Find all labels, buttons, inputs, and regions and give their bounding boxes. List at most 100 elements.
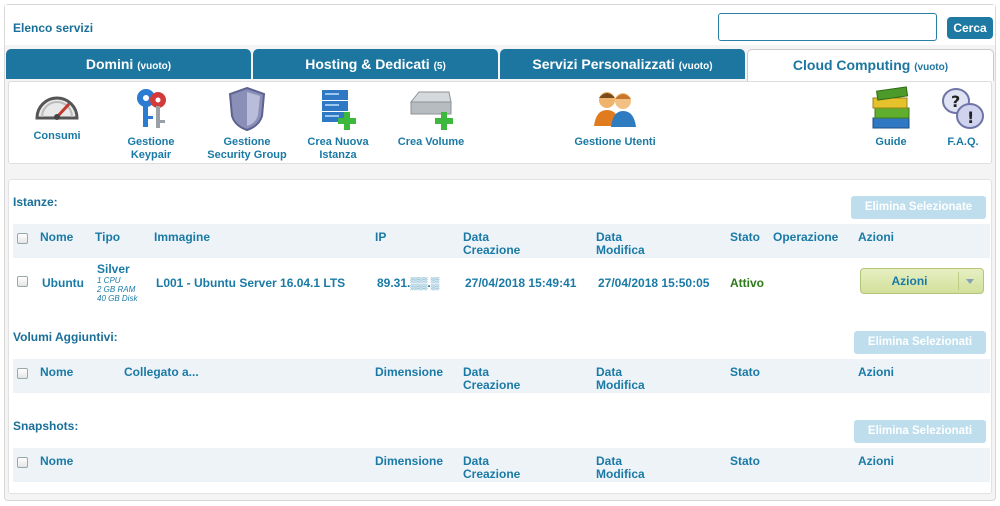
divider (958, 272, 959, 290)
instance-ip: 89.31.▒▒.▒ (377, 276, 440, 290)
books-icon (872, 86, 910, 129)
col-dimensione[interactable]: Dimensione (375, 366, 443, 379)
shield-icon (228, 86, 266, 132)
snapshots-header-row: Nome Dimensione Data Creazione Data Modi… (13, 448, 990, 482)
tab-label: Servizi Personalizzati (532, 56, 675, 72)
disk-add-icon (409, 91, 453, 130)
col-data-creazione[interactable]: Data Creazione (463, 231, 520, 257)
volumi-title: Volumi Aggiuntivi: (13, 330, 118, 344)
guide-button[interactable]: Guide (867, 86, 915, 149)
col-nome[interactable]: Nome (40, 455, 73, 468)
type-disk: 40 GB Disk (97, 294, 138, 303)
azioni-dropdown[interactable]: Azioni (860, 268, 984, 294)
tab-hosting-dedicati[interactable]: Hosting & Dedicati (5) (253, 49, 498, 79)
type-cpu: 1 CPU (97, 276, 121, 285)
col-label: Modifica (596, 378, 645, 392)
instance-type: Silver 1 CPU 2 GB RAM 40 GB Disk (97, 262, 137, 303)
guide-label: Guide (875, 136, 907, 148)
consumi-button[interactable]: Consumi (23, 86, 91, 143)
col-data-modifica[interactable]: Data Modifica (596, 231, 645, 257)
col-label: Data (463, 230, 490, 244)
col-ip[interactable]: IP (375, 231, 386, 244)
svg-text:!: ! (967, 108, 974, 127)
security-label-2: Security Group (207, 149, 287, 161)
keypair-label-1: Gestione (127, 136, 175, 148)
col-label: Data (463, 365, 490, 379)
col-data-modifica[interactable]: Data Modifica (596, 366, 645, 392)
istanze-title: Istanze: (13, 195, 58, 209)
istanza-label-2: Istanza (319, 149, 357, 161)
elimina-selezionati-volumi-button[interactable]: Elimina Selezionati (854, 331, 986, 354)
elimina-selezionate-istanze-button[interactable]: Elimina Selezionate (851, 196, 986, 219)
volumi-header-row: Nome Collegato a... Dimensione Data Crea… (13, 359, 990, 393)
col-azioni[interactable]: Azioni (858, 231, 894, 244)
service-tabs: Domini (vuoto) Hosting & Dedicati (5) Se… (6, 49, 994, 81)
col-stato[interactable]: Stato (730, 366, 760, 379)
elimina-selezionati-snapshots-button[interactable]: Elimina Selezionati (854, 420, 986, 443)
azioni-label: Azioni (891, 274, 928, 288)
gestione-keypair-button[interactable]: Gestione Keypair (113, 86, 189, 162)
keys-icon (137, 89, 166, 128)
instance-created: 27/04/2018 15:49:41 (465, 276, 577, 290)
faq-button[interactable]: ? ! F.A.Q. (937, 86, 989, 149)
faq-label: F.A.Q. (947, 136, 979, 148)
keypair-label-2: Keypair (130, 149, 172, 161)
page-title: Elenco servizi (13, 21, 94, 35)
col-label: Data (596, 230, 623, 244)
col-data-creazione[interactable]: Data Creazione (463, 455, 520, 481)
select-all-istanze-checkbox[interactable] (17, 233, 28, 244)
col-nome[interactable]: Nome (40, 366, 73, 379)
search-input[interactable] (718, 13, 937, 41)
select-all-volumi-checkbox[interactable] (17, 368, 28, 379)
col-label: Modifica (596, 467, 645, 481)
gestione-security-group-button[interactable]: Gestione Security Group (199, 86, 295, 162)
col-label: Modifica (596, 243, 645, 257)
col-azioni[interactable]: Azioni (858, 366, 894, 379)
col-nome[interactable]: Nome (40, 231, 73, 244)
tab-servizi-personalizzati[interactable]: Servizi Personalizzati (vuoto) (500, 49, 745, 79)
utenti-label: Gestione Utenti (574, 136, 656, 148)
col-data-creazione[interactable]: Data Creazione (463, 366, 520, 392)
istanza-label-1: Crea Nuova (307, 136, 369, 148)
instance-name: Ubuntu (42, 276, 84, 290)
security-label-1: Gestione (223, 136, 271, 148)
gestione-utenti-button[interactable]: Gestione Utenti (565, 86, 665, 149)
tab-count: (5) (433, 61, 446, 72)
col-dimensione[interactable]: Dimensione (375, 455, 443, 468)
users-icon (594, 92, 636, 127)
crea-volume-button[interactable]: Crea Volume (389, 86, 473, 149)
tab-label: Cloud Computing (792, 57, 911, 73)
volume-label: Crea Volume (397, 136, 465, 148)
tab-label: Domini (85, 56, 134, 72)
gauge-icon (35, 96, 79, 120)
status-badge: Attivo (730, 276, 764, 290)
chevron-down-icon[interactable] (966, 279, 974, 284)
instance-modified: 27/04/2018 15:50:05 (598, 276, 710, 290)
col-label: Creazione (463, 467, 521, 481)
type-ram: 2 GB RAM (97, 285, 136, 294)
crea-nuova-istanza-button[interactable]: Crea Nuova Istanza (301, 86, 375, 162)
col-stato[interactable]: Stato (730, 231, 760, 244)
col-collegato[interactable]: Collegato a... (124, 366, 199, 379)
cloud-toolbar: Consumi Gestione Keypair Gestione Securi… (8, 81, 992, 164)
col-stato[interactable]: Stato (730, 455, 760, 468)
col-label: Data (596, 365, 623, 379)
main-panel: Istanze: Elimina Selezionate Nome Tipo I… (8, 179, 992, 494)
tab-count: (vuoto) (678, 61, 713, 72)
col-data-modifica[interactable]: Data Modifica (596, 455, 645, 481)
col-operazione[interactable]: Operazione (773, 231, 838, 244)
tab-count: (vuoto) (914, 62, 949, 73)
istanze-header-row: Nome Tipo Immagine IP Data Creazione Dat… (13, 224, 990, 258)
col-label: Creazione (463, 378, 521, 392)
question-bubbles-icon: ? ! (942, 88, 984, 129)
tab-cloud-computing[interactable]: Cloud Computing (vuoto) (747, 49, 994, 81)
row-checkbox[interactable] (17, 276, 28, 287)
tab-domini[interactable]: Domini (vuoto) (6, 49, 251, 79)
search-button[interactable]: Cerca (947, 17, 993, 39)
col-label: Creazione (463, 243, 521, 257)
select-all-snapshots-checkbox[interactable] (17, 457, 28, 468)
server-add-icon (322, 90, 356, 130)
col-azioni[interactable]: Azioni (858, 455, 894, 468)
col-tipo[interactable]: Tipo (95, 231, 120, 244)
col-immagine[interactable]: Immagine (154, 231, 210, 244)
